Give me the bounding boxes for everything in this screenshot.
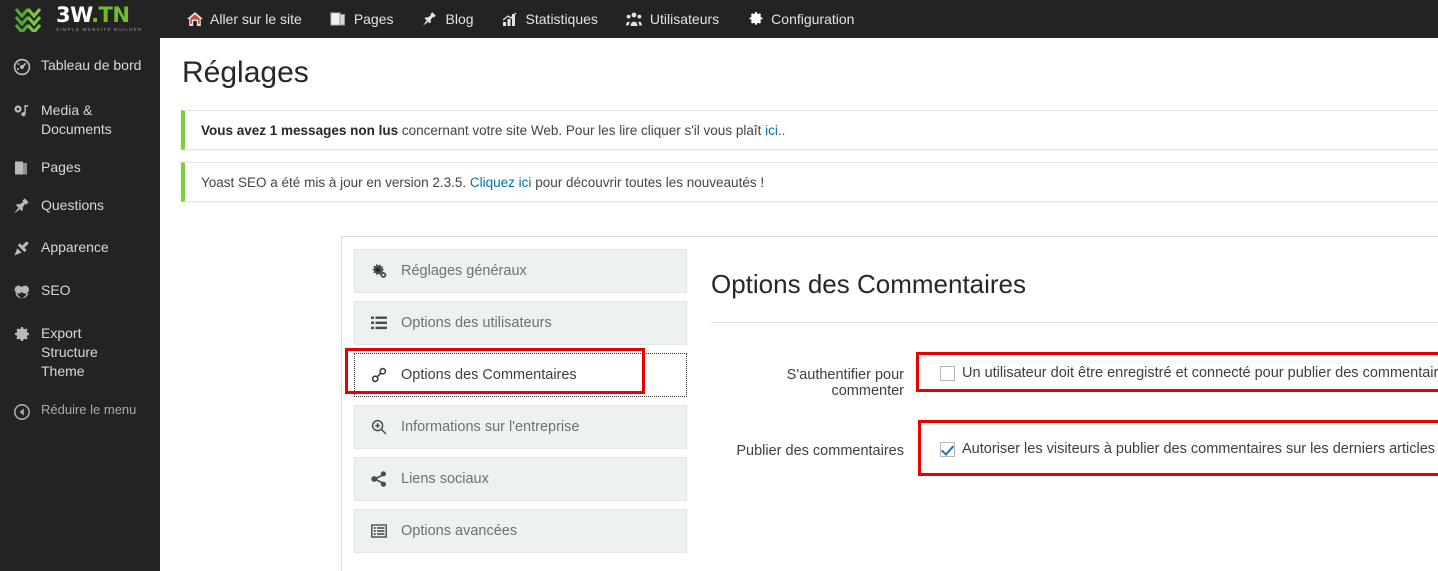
settings-tab-list: Réglages généraux Options des utilisateu… — [342, 237, 698, 571]
notice-yoast-update: Yoast SEO a été mis à jour en version 2.… — [181, 162, 1438, 202]
paintbrush-icon — [12, 239, 31, 258]
settings-panel: Options des Commentaires S'authentifier … — [698, 237, 1438, 571]
pages-icon — [12, 159, 31, 178]
checkbox-row-authentication[interactable]: Un utilisateur doit être enregistré et c… — [916, 365, 1438, 381]
tab-label: Informations sur l'entreprise — [401, 419, 580, 435]
tab-options-des-utilisateurs[interactable]: Options des utilisateurs — [354, 301, 687, 345]
users-icon — [626, 11, 643, 28]
sidebar-item-seo[interactable]: SEO — [0, 267, 160, 310]
nav-label: Statistiques — [525, 11, 598, 27]
pushpin-icon — [12, 197, 31, 216]
notice-text-after: pour découvrir toutes les nouveautés ! — [531, 174, 765, 190]
tab-label: Options des Commentaires — [401, 367, 577, 383]
notice-text: Yoast SEO a été mis à jour en version 2.… — [201, 174, 470, 190]
sidebar-item-label: SEO — [41, 281, 71, 298]
nav-item-statistiques[interactable]: Statistiques — [488, 0, 612, 38]
field-label-authentication: S'authentifier pour commenter — [786, 367, 904, 399]
bar-chart-icon — [502, 11, 519, 28]
list-alt-icon — [371, 523, 387, 539]
gears-icon — [371, 263, 387, 279]
notice-text-after: . — [781, 122, 786, 138]
nav-label: Pages — [353, 11, 394, 27]
collapse-arrow-icon — [12, 402, 31, 421]
nav-item-utilisateurs[interactable]: Utilisateurs — [612, 0, 733, 38]
nav-item-aller-sur-le-site[interactable]: Aller sur le site — [172, 0, 316, 38]
gear-icon — [12, 325, 31, 344]
logo-tagline: SIMPLE WEBSITE BUILDER — [56, 27, 143, 33]
tab-liens-sociaux[interactable]: Liens sociaux — [354, 457, 687, 501]
sidebar-item-label: Media & Documents — [41, 102, 112, 137]
top-navigation: Aller sur le site Pages Blog Statistique… — [172, 0, 868, 38]
panel-title: Options des Commentaires — [711, 269, 1027, 299]
link-chain-icon — [371, 367, 387, 383]
tab-label: Options des utilisateurs — [401, 315, 552, 331]
field-control-publish-comments: Autoriser les visiteurs à publier des co… — [916, 420, 1438, 476]
sidebar-item-reduire-le-menu[interactable]: Réduire le menu — [0, 389, 160, 430]
tab-options-avancees[interactable]: Options avancées — [354, 509, 687, 553]
sidebar-item-label: Réduire le menu — [41, 402, 137, 418]
media-icon — [12, 102, 31, 121]
logo-tld: .TN — [91, 3, 130, 28]
notice-unread-messages: Vous avez 1 messages non lus concernant … — [181, 110, 1438, 150]
field-label-publish-comments: Publier des commentaires — [736, 443, 904, 459]
checkbox-row-publish-comments[interactable]: Autoriser les visiteurs à publier des co… — [916, 441, 1435, 457]
nav-item-configuration[interactable]: Configuration — [733, 0, 868, 38]
top-bar: 3W.TN SIMPLE WEBSITE BUILDER Aller sur l… — [0, 0, 1438, 38]
sidebar-item-pages[interactable]: Pages — [0, 148, 160, 187]
panel-divider — [711, 322, 1438, 323]
checkbox-label-authentication: Un utilisateur doit être enregistré et c… — [962, 365, 1438, 381]
dashboard-icon — [12, 57, 31, 76]
sidebar-item-label: Export Structure Theme — [41, 324, 98, 379]
sidebar-item-label: Tableau de bord — [41, 57, 142, 73]
nav-label: Configuration — [771, 11, 855, 27]
zigzag-chevron-mark-icon — [14, 6, 50, 35]
sidebar-item-media-documents[interactable]: Media & Documents — [0, 85, 130, 148]
nav-label: Utilisateurs — [649, 11, 720, 27]
tab-label: Réglages généraux — [401, 263, 527, 279]
home-icon — [186, 11, 203, 28]
tab-label: Liens sociaux — [401, 471, 489, 487]
notice-strong-text: Vous avez 1 messages non lus — [201, 122, 399, 138]
nav-label: Blog — [445, 11, 474, 27]
sidebar-item-label: Questions — [41, 196, 105, 213]
sidebar-item-questions[interactable]: Questions — [0, 187, 160, 225]
field-control-authentication: Un utilisateur doit être enregistré et c… — [916, 352, 1438, 392]
checkbox-label-publish-comments: Autoriser les visiteurs à publier des co… — [962, 441, 1436, 457]
authentication-checkbox[interactable] — [940, 365, 955, 381]
sidebar-item-tableau-de-bord[interactable]: Tableau de bord — [0, 38, 160, 85]
pushpin-icon — [422, 11, 439, 28]
logo-name: 3W — [56, 3, 92, 28]
form-row-publish-comments: Publier des commentaires Autoriser les v… — [698, 420, 1438, 476]
sidebar-item-label: Apparence — [41, 238, 109, 255]
notice-link-cliquez-ici[interactable]: Cliquez ici — [470, 175, 532, 190]
notice-link-ici[interactable]: ici. — [765, 123, 782, 138]
book-icon — [330, 11, 347, 28]
sidebar-item-label: Pages — [41, 158, 81, 175]
tab-informations-sur-l-entreprise[interactable]: Informations sur l'entreprise — [354, 405, 687, 449]
nav-label: Aller sur le site — [210, 11, 302, 27]
list-icon — [371, 315, 387, 331]
settings-card: Réglages généraux Options des utilisateu… — [341, 236, 1438, 571]
tab-label: Options avancées — [401, 523, 518, 539]
notice-text: concernant votre site Web. Pour les lire… — [398, 122, 766, 138]
gear-icon — [747, 11, 764, 28]
left-sidebar: Tableau de bord Media & Documents Pages … — [0, 38, 160, 571]
nav-item-blog[interactable]: Blog — [408, 0, 488, 38]
main-content: Réglages Vous avez 1 messages non lus co… — [160, 38, 1438, 571]
share-icon — [371, 471, 387, 487]
app-logo[interactable]: 3W.TN SIMPLE WEBSITE BUILDER — [0, 0, 160, 38]
nav-item-pages[interactable]: Pages — [316, 0, 408, 38]
tab-reglages-generaux[interactable]: Réglages généraux — [354, 249, 687, 293]
publish-comments-checkbox[interactable] — [940, 441, 955, 457]
magnifier-plus-icon — [371, 419, 387, 435]
sidebar-item-apparence[interactable]: Apparence — [0, 225, 160, 267]
sidebar-item-export-structure-theme[interactable]: Export Structure Theme — [0, 310, 140, 390]
form-row-authentication: S'authentifier pour commenter Un utilisa… — [698, 352, 1438, 399]
page-title: Réglages — [182, 56, 309, 89]
seo-icon — [12, 282, 31, 301]
tab-options-des-commentaires[interactable]: Options des Commentaires — [345, 348, 687, 397]
